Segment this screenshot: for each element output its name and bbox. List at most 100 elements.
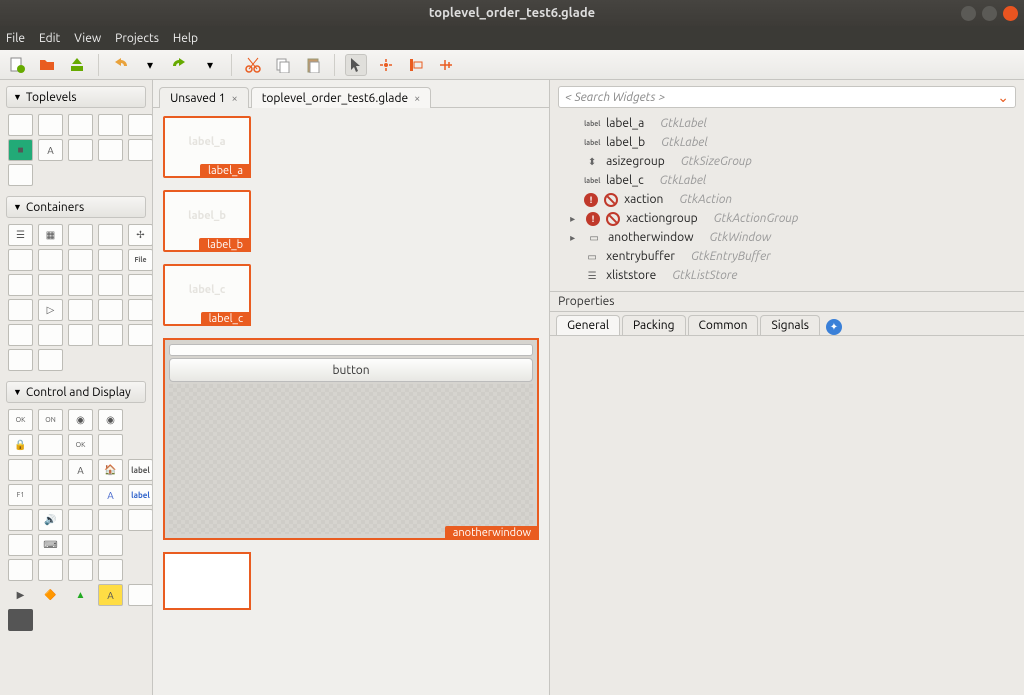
palette-item[interactable]: 🔒 <box>8 434 33 456</box>
palette-item[interactable] <box>38 114 63 136</box>
tree-item-label_c[interactable]: label label_cGtkLabel <box>556 171 1018 190</box>
tree-item-xliststore[interactable]: ☰ xliststoreGtkListStore <box>556 266 1018 285</box>
tree-item-anotherwindow[interactable]: ▸▭ anotherwindowGtkWindow <box>556 228 1018 247</box>
palette-item[interactable] <box>68 224 93 246</box>
palette-section-control-display[interactable]: ▼Control and Display <box>6 381 146 403</box>
widget-label-b[interactable]: label_b label_b <box>163 190 251 252</box>
palette-item[interactable] <box>8 509 33 531</box>
palette-section-toplevels[interactable]: ▼Toplevels <box>6 86 146 108</box>
palette-item[interactable] <box>128 559 153 581</box>
copy-icon[interactable] <box>272 54 294 76</box>
palette-item[interactable]: ON <box>38 409 63 431</box>
accessibility-icon[interactable]: ✦ <box>826 319 842 335</box>
palette-item[interactable] <box>68 249 93 271</box>
palette-item[interactable] <box>38 459 63 481</box>
palette-item[interactable]: ◉ <box>68 409 93 431</box>
palette-item[interactable] <box>38 434 63 456</box>
palette-item[interactable]: File <box>128 249 153 271</box>
palette-item[interactable]: A <box>98 584 123 606</box>
palette-item[interactable]: ▲ <box>68 584 93 606</box>
palette-item[interactable]: ⌨ <box>38 534 63 556</box>
palette-item[interactable]: OK <box>68 434 93 456</box>
save-icon[interactable] <box>66 54 88 76</box>
palette-item[interactable] <box>8 609 33 631</box>
widget-label-a[interactable]: label_a label_a <box>163 116 251 178</box>
close-icon[interactable]: × <box>231 93 237 105</box>
open-icon[interactable] <box>36 54 58 76</box>
palette-item[interactable] <box>98 249 123 271</box>
align-icon[interactable] <box>435 54 457 76</box>
palette-item[interactable] <box>98 509 123 531</box>
tree-item-xaction[interactable]: ! xactionGtkAction <box>556 190 1018 209</box>
palette-item[interactable]: A <box>38 139 63 161</box>
palette-item[interactable]: ☰ <box>8 224 33 246</box>
palette-item[interactable] <box>8 324 33 346</box>
palette-item[interactable] <box>68 509 93 531</box>
palette-item[interactable] <box>98 559 123 581</box>
palette-item[interactable]: 🔶 <box>38 584 63 606</box>
new-icon[interactable] <box>6 54 28 76</box>
search-widgets-input[interactable]: < Search Widgets > ⌄ <box>558 86 1016 108</box>
palette-item[interactable] <box>68 324 93 346</box>
tab-file[interactable]: toplevel_order_test6.glade× <box>251 87 432 108</box>
close-icon[interactable]: × <box>414 93 420 105</box>
palette-item[interactable] <box>98 299 123 321</box>
palette-item[interactable] <box>98 139 123 161</box>
palette-item[interactable] <box>128 274 153 296</box>
palette-item[interactable] <box>128 434 153 456</box>
palette-item[interactable]: OK <box>8 409 33 431</box>
palette-item[interactable] <box>98 534 123 556</box>
palette-item[interactable] <box>8 164 33 186</box>
palette-item[interactable] <box>8 459 33 481</box>
palette-item[interactable] <box>8 274 33 296</box>
menu-file[interactable]: File <box>6 32 25 45</box>
margin-left-icon[interactable] <box>405 54 427 76</box>
widget-label-c[interactable]: label_c label_c <box>163 264 251 326</box>
palette-item[interactable]: A <box>98 484 123 506</box>
palette-item[interactable] <box>68 139 93 161</box>
window-entry-placeholder[interactable] <box>169 344 533 356</box>
palette-item[interactable]: label <box>128 484 153 506</box>
chevron-down-icon[interactable]: ⌄ <box>997 89 1009 106</box>
undo-dropdown-icon[interactable]: ▾ <box>139 54 161 76</box>
tree-item-label_a[interactable]: label label_aGtkLabel <box>556 114 1018 133</box>
tab-common[interactable]: Common <box>688 315 759 335</box>
palette-item[interactable] <box>8 559 33 581</box>
menu-edit[interactable]: Edit <box>39 32 60 45</box>
palette-item[interactable]: ■ <box>8 139 33 161</box>
palette-item[interactable] <box>68 299 93 321</box>
palette-item[interactable] <box>38 484 63 506</box>
pointer-icon[interactable] <box>345 54 367 76</box>
palette-item[interactable]: 🔊 <box>38 509 63 531</box>
palette-item[interactable] <box>38 324 63 346</box>
window-minimize-button[interactable] <box>961 6 976 21</box>
palette-item[interactable] <box>38 274 63 296</box>
palette-item[interactable]: 🏠 <box>98 459 123 481</box>
palette-item[interactable] <box>98 324 123 346</box>
palette-item[interactable] <box>8 114 33 136</box>
tab-general[interactable]: General <box>556 315 620 335</box>
palette-item[interactable]: ▦ <box>38 224 63 246</box>
undo-icon[interactable] <box>109 54 131 76</box>
widget-anotherwindow[interactable]: button anotherwindow <box>163 338 539 540</box>
palette-item[interactable] <box>98 224 123 246</box>
palette-item[interactable]: ✢ <box>128 224 153 246</box>
palette-item[interactable] <box>68 274 93 296</box>
palette-item[interactable] <box>68 534 93 556</box>
palette-item[interactable]: A <box>68 459 93 481</box>
palette-item[interactable]: ◉ <box>98 409 123 431</box>
tree-item-label_b[interactable]: label label_bGtkLabel <box>556 133 1018 152</box>
palette-section-containers[interactable]: ▼Containers <box>6 196 146 218</box>
window-maximize-button[interactable] <box>982 6 997 21</box>
palette-item[interactable] <box>98 434 123 456</box>
palette-item[interactable] <box>128 324 153 346</box>
palette-item[interactable] <box>68 114 93 136</box>
palette-item[interactable] <box>128 534 153 556</box>
design-canvas[interactable]: label_a label_a label_b label_b label_c … <box>153 108 549 695</box>
palette-item[interactable] <box>38 249 63 271</box>
tree-item-asizegroup[interactable]: ⬍ asizegroupGtkSizeGroup <box>556 152 1018 171</box>
menu-help[interactable]: Help <box>173 32 198 45</box>
window-close-button[interactable] <box>1003 6 1018 21</box>
palette-item[interactable] <box>8 249 33 271</box>
menu-view[interactable]: View <box>74 32 101 45</box>
